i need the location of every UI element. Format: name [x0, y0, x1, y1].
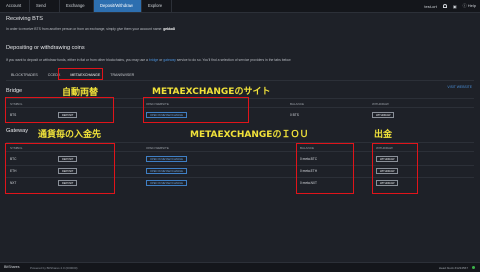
account-name[interactable]: test-ort: [424, 4, 436, 9]
bridge-balance: 0 BTS: [290, 113, 299, 117]
provider-tab-transwiser[interactable]: TRANSWISER: [105, 70, 139, 80]
deposit-title: Depositing or withdrawing coins: [6, 45, 85, 51]
footer-head-block: Head block #1234567: [438, 265, 468, 270]
receiving-title: Receiving BTS: [6, 16, 43, 22]
nav-tab-deposit-withdraw[interactable]: Deposit/Withdraw: [94, 0, 142, 12]
annotation-box-gateway-withdraw: [372, 143, 418, 194]
annotation-box-bridge-open: [143, 97, 249, 123]
annotation-metaexchange-iou: METAEXCHANGEのＩＯＵ: [190, 130, 309, 140]
lock-icon[interactable]: ▣: [453, 4, 457, 9]
bridge-link[interactable]: bridge: [149, 58, 158, 62]
annotation-box-metaexchange-tab: [58, 68, 103, 80]
gateway-link[interactable]: gateway: [163, 58, 176, 62]
bridge-title: Bridge: [6, 88, 23, 94]
gateway-header-open: OPEN WEBSITE: [146, 146, 169, 150]
info-icon: ⓘ: [462, 3, 467, 8]
provider-tab-blocktrades[interactable]: BLOCKTRADES: [6, 70, 43, 80]
help-link[interactable]: ⓘ Help: [463, 3, 476, 9]
annotation-metaexchange-site: METAEXCHANGEのサイト: [152, 87, 271, 97]
annotation-per-coin-deposit: 通貨毎の入金先: [38, 130, 102, 140]
help-label: Help: [467, 3, 476, 8]
footer-powered: Powered by BitShares 2.0 (000000): [30, 265, 78, 270]
annotation-box-gateway-deposit: [5, 143, 115, 194]
bridge-withdraw-button[interactable]: WITHDRAW: [372, 112, 395, 118]
nav-tab-account[interactable]: Account: [0, 0, 30, 12]
receiving-text: In order to receive BTS from another per…: [6, 27, 175, 31]
deposit-text: If you want to deposit or withdraw funds…: [6, 58, 291, 62]
top-right-area: test-ort ▣ ⓘ Help: [424, 0, 476, 12]
annotation-withdraw: 出金: [374, 130, 393, 140]
bridge-header-balance: BALANCE: [290, 102, 305, 106]
deposit-text-a: If you want to deposit or withdraw funds…: [6, 58, 148, 62]
connection-status-icon: [472, 266, 475, 269]
nav-tab-exchange[interactable]: Exchange: [60, 0, 94, 12]
gateway-title: Gateway: [6, 128, 29, 134]
tab-divider: [6, 80, 474, 81]
receiving-text-body: In order to receive BTS from another per…: [6, 27, 163, 31]
top-nav: Account Send Exchange Deposit/Withdraw E…: [0, 0, 480, 13]
annotation-box-bridge-deposit: [5, 97, 114, 123]
nav-tab-send[interactable]: Send: [30, 0, 60, 12]
deposit-text-c: service to do so. You'll find a selectio…: [176, 58, 291, 62]
bridge-header-withdraw: WITHDRAW: [372, 102, 389, 106]
gateway-open-button-eth[interactable]: OPEN IN METAEXCHANGE: [146, 168, 187, 174]
footer-brand: BitShares: [4, 265, 20, 269]
visit-website-link[interactable]: VISIT WEBSITE: [447, 85, 472, 89]
receiving-account: gekko8: [163, 27, 175, 31]
gateway-open-button-btc[interactable]: OPEN IN METAEXCHANGE: [146, 156, 187, 162]
nav-tab-explore[interactable]: Explore: [142, 0, 172, 12]
bell-icon[interactable]: [442, 4, 447, 8]
annotation-box-gateway-balance: [296, 143, 354, 194]
gateway-open-button-nxt[interactable]: OPEN IN METAEXCHANGE: [146, 180, 187, 186]
deposit-text-b: or: [159, 58, 163, 62]
